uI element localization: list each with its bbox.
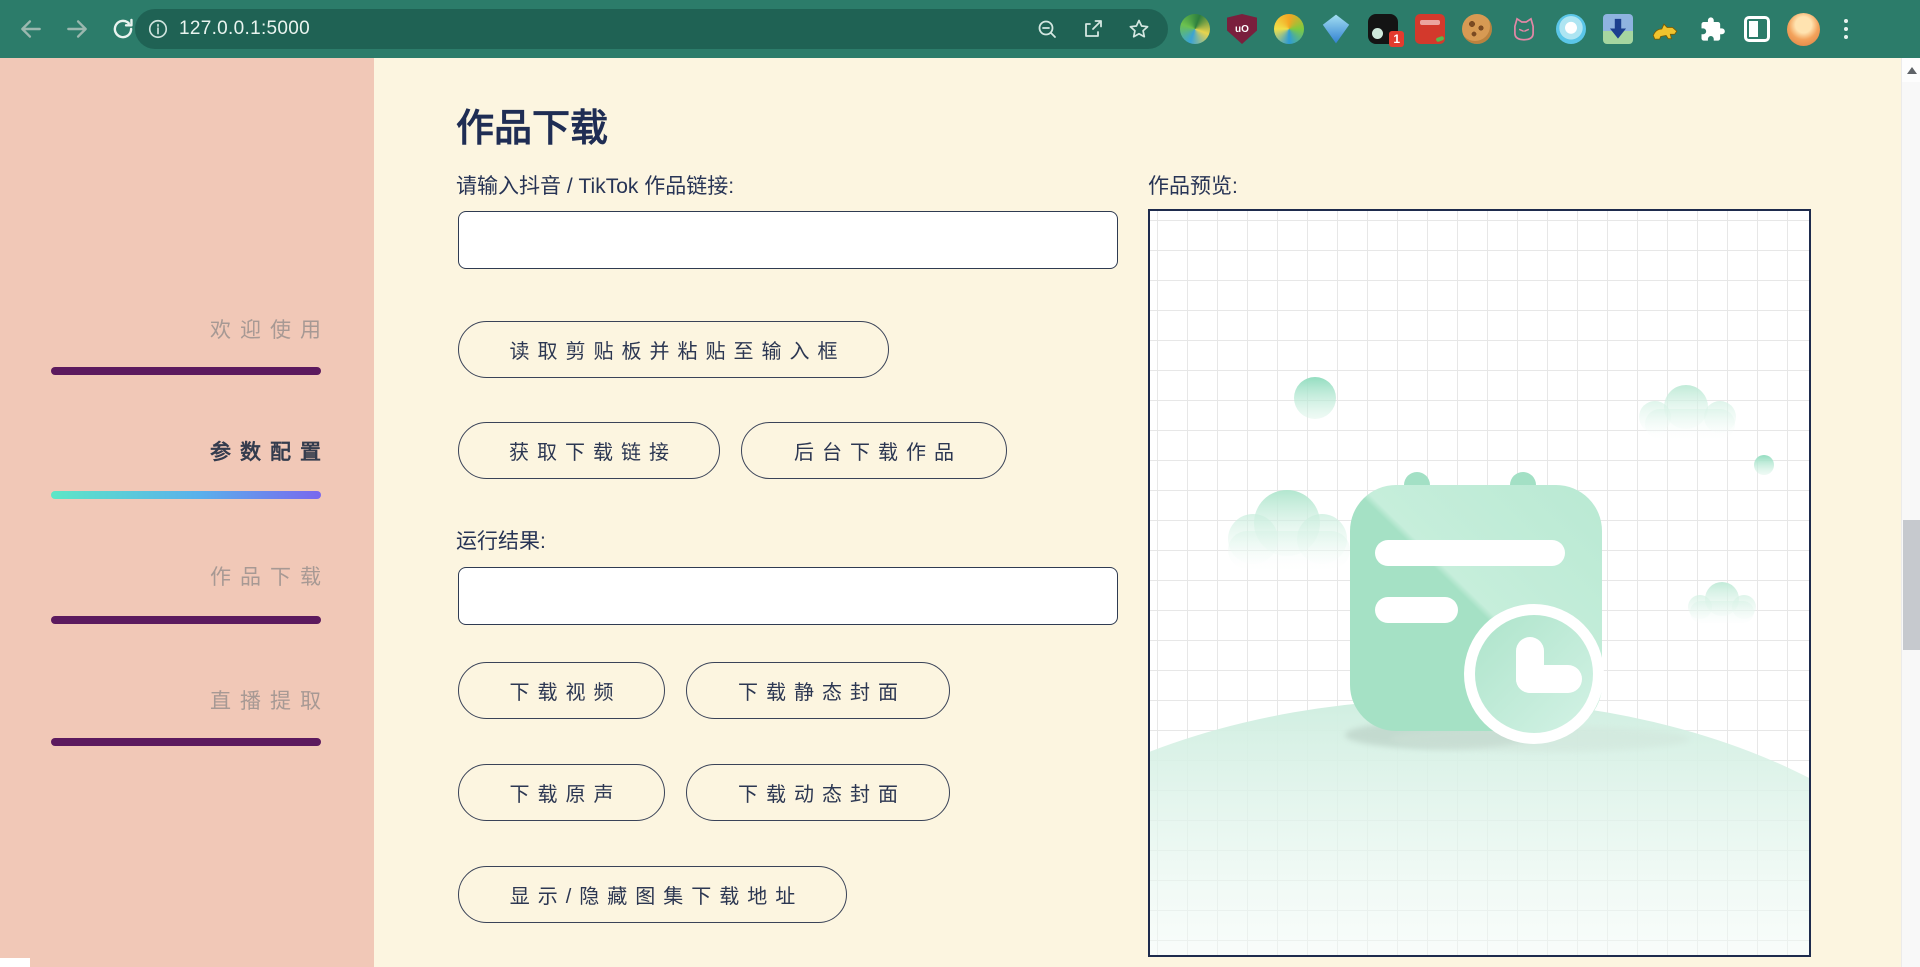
bookmark-star-icon[interactable] bbox=[1124, 14, 1154, 44]
sidebar-underline bbox=[51, 367, 321, 375]
calendar-line-2 bbox=[1375, 597, 1458, 623]
link-input-label: 请输入抖音 / TikTok 作品链接: bbox=[456, 170, 734, 200]
preview-label: 作品预览: bbox=[1148, 170, 1238, 200]
download-dynamic-cover-button[interactable]: 下载动态封面 bbox=[686, 764, 950, 821]
extensions-row: uO 1 bbox=[1180, 0, 1855, 58]
result-input[interactable] bbox=[458, 567, 1118, 625]
sidebar-item-label[interactable]: 欢迎使用 bbox=[210, 314, 330, 344]
scrollbar-up-button[interactable] bbox=[1902, 58, 1920, 82]
address-bar[interactable]: 127.0.0.1:5000 bbox=[135, 9, 1168, 49]
tampermonkey-cat-extension-icon[interactable] bbox=[1650, 14, 1680, 44]
forward-button[interactable] bbox=[58, 10, 96, 48]
download-audio-button[interactable]: 下载原声 bbox=[458, 764, 665, 821]
reload-icon bbox=[110, 16, 136, 42]
video-downloader-extension-icon[interactable] bbox=[1603, 14, 1633, 44]
idm-extension-icon[interactable] bbox=[1180, 14, 1210, 44]
zoom-out-icon[interactable] bbox=[1032, 14, 1062, 44]
browser-toolbar: 127.0.0.1:5000 uO bbox=[0, 0, 1920, 58]
sidebar-item-label[interactable]: 参数配置 bbox=[210, 436, 330, 466]
browser-menu-dots-icon[interactable] bbox=[1837, 14, 1855, 44]
cloud-right bbox=[1688, 582, 1756, 623]
sidebar-underline-active bbox=[51, 491, 321, 499]
split-view-icon[interactable] bbox=[1744, 16, 1770, 42]
cloud-left bbox=[1228, 490, 1350, 569]
sidebar-nav: 欢迎使用 参数配置 作品下载 直播提取 bbox=[0, 58, 374, 967]
ublock-glyph: uO bbox=[1235, 24, 1249, 35]
back-button[interactable] bbox=[12, 10, 50, 48]
bottom-corner-notch bbox=[0, 958, 30, 967]
page-scrollbar[interactable] bbox=[1901, 58, 1920, 967]
read-clipboard-button[interactable]: 读取剪贴板并粘贴至输入框 bbox=[458, 321, 889, 378]
extensions-puzzle-icon[interactable] bbox=[1697, 14, 1727, 44]
forward-icon bbox=[64, 16, 90, 42]
page-title: 作品下载 bbox=[456, 97, 608, 152]
floating-dot-large bbox=[1294, 377, 1336, 419]
black-recorder-extension-icon[interactable]: 1 bbox=[1368, 14, 1398, 44]
calendar-line-1 bbox=[1375, 540, 1565, 566]
colorful-globe-extension-icon[interactable] bbox=[1274, 14, 1304, 44]
get-download-link-button[interactable]: 获取下载链接 bbox=[458, 422, 720, 479]
back-icon bbox=[18, 16, 44, 42]
sidebar-underline bbox=[51, 738, 321, 746]
result-label: 运行结果: bbox=[456, 525, 546, 555]
blue-lens-extension-icon[interactable] bbox=[1556, 14, 1586, 44]
blue-gem-extension-icon[interactable] bbox=[1321, 14, 1351, 44]
clock-illustration bbox=[1464, 604, 1604, 744]
sidebar-item-label[interactable]: 直播提取 bbox=[210, 685, 330, 715]
cat-outline-extension-icon[interactable] bbox=[1509, 14, 1539, 44]
url-text[interactable]: 127.0.0.1:5000 bbox=[179, 18, 1016, 40]
floating-dot-small bbox=[1754, 455, 1774, 475]
red-tool-extension-icon[interactable] bbox=[1415, 14, 1445, 44]
extension-badge: 1 bbox=[1389, 31, 1404, 47]
ublock-origin-extension-icon[interactable]: uO bbox=[1227, 14, 1257, 44]
scrollbar-thumb[interactable] bbox=[1903, 520, 1920, 650]
profile-avatar[interactable] bbox=[1787, 13, 1820, 46]
preview-area bbox=[1148, 209, 1811, 957]
browser-window: 127.0.0.1:5000 uO bbox=[0, 0, 1920, 967]
site-info-icon[interactable] bbox=[147, 18, 169, 40]
cookie-editor-extension-icon[interactable] bbox=[1462, 14, 1492, 44]
sidebar-item-label[interactable]: 作品下载 bbox=[210, 561, 330, 591]
background-download-button[interactable]: 后台下载作品 bbox=[741, 422, 1007, 479]
download-static-cover-button[interactable]: 下载静态封面 bbox=[686, 662, 950, 719]
sidebar-underline bbox=[51, 616, 321, 624]
link-input[interactable] bbox=[458, 211, 1118, 269]
preview-placeholder-illustration bbox=[1150, 211, 1809, 955]
download-video-button[interactable]: 下载视频 bbox=[458, 662, 665, 719]
share-icon[interactable] bbox=[1078, 14, 1108, 44]
cloud-top-right bbox=[1639, 385, 1736, 439]
toggle-gallery-links-button[interactable]: 显示/隐藏图集下载地址 bbox=[458, 866, 847, 923]
